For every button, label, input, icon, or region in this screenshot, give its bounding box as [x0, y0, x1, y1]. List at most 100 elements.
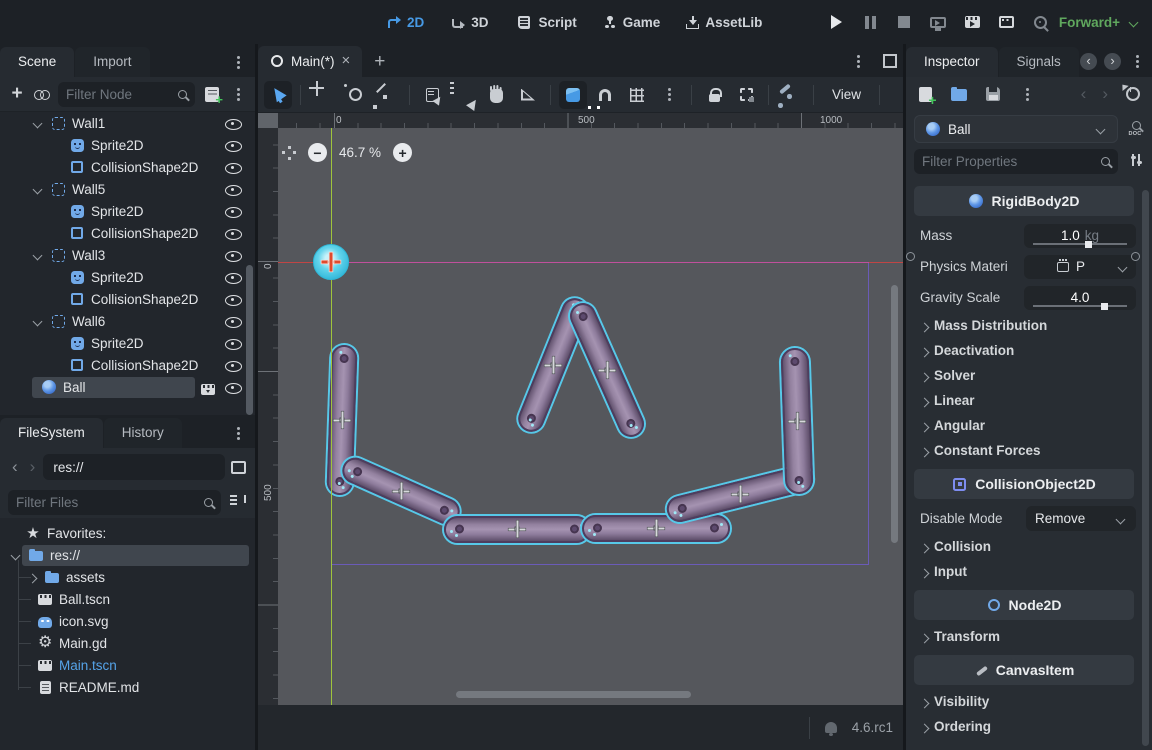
notifications-bell-icon[interactable] — [822, 719, 840, 737]
tab-scene[interactable]: Scene — [0, 47, 74, 77]
add-node-button[interactable]: + — [8, 85, 26, 103]
scene-tree-row[interactable]: Sprite2D — [0, 332, 255, 354]
property-group[interactable]: Linear — [906, 388, 1140, 413]
property-group[interactable]: Mass Distribution — [906, 313, 1140, 338]
mass-value-field[interactable]: 1.0kg — [1024, 224, 1136, 248]
ruler-tool-button[interactable] — [514, 81, 542, 109]
2d-viewport[interactable]: 0 500 1000 0 500 − 46.7 % + — [258, 113, 903, 705]
select-tool-button[interactable] — [264, 81, 292, 109]
load-resource-button[interactable] — [950, 85, 968, 103]
visibility-eye-icon[interactable] — [224, 115, 242, 133]
scene-tree-row[interactable]: Wall5 — [0, 178, 255, 200]
chevron-down-icon[interactable] — [30, 182, 44, 196]
property-group[interactable]: Angular — [906, 413, 1140, 438]
pause-button[interactable] — [859, 11, 881, 33]
file-tree-row[interactable]: Main.gd — [0, 632, 255, 654]
visibility-eye-icon[interactable] — [224, 181, 242, 199]
filter-properties-field[interactable] — [914, 149, 1118, 174]
group-node-button[interactable] — [732, 81, 760, 109]
node-selector[interactable]: Ball — [914, 115, 1118, 143]
version-label[interactable]: 4.6.rc1 — [852, 720, 893, 735]
property-group[interactable]: Transform — [906, 624, 1140, 649]
tab-filesystem[interactable]: FileSystem — [0, 418, 103, 448]
filter-properties-input[interactable] — [922, 154, 1095, 169]
instance-scene-button[interactable] — [34, 86, 50, 102]
scene-tree-menu-button[interactable] — [229, 85, 247, 103]
file-tree-row[interactable]: Ball.tscn — [0, 588, 255, 610]
scene-tree-row[interactable]: CollisionShape2D — [0, 156, 255, 178]
chevron-down-icon[interactable] — [30, 116, 44, 130]
play-custom-scene-button[interactable] — [995, 11, 1017, 33]
filter-node-input[interactable] — [66, 87, 172, 102]
property-group[interactable]: Texture — [906, 739, 1140, 746]
scene-tree-row[interactable]: Sprite2D — [0, 134, 255, 156]
scene-tree-row[interactable]: Ball — [0, 376, 255, 398]
tab-import[interactable]: Import — [75, 47, 149, 77]
property-group[interactable]: Deactivation — [906, 338, 1140, 363]
scene-tab-main[interactable]: Main(*) × — [258, 46, 362, 77]
property-group[interactable]: Collision — [906, 534, 1140, 559]
physics-material-picker[interactable]: P — [1024, 255, 1136, 279]
tab-game[interactable]: Game — [595, 15, 669, 30]
scene-tree-row[interactable]: CollisionShape2D — [0, 288, 255, 310]
tab-signals[interactable]: Signals — [999, 47, 1079, 77]
scene-tree-row[interactable]: Sprite2D — [0, 200, 255, 222]
property-group[interactable]: Visibility — [906, 689, 1140, 714]
prev-tab-button[interactable]: ‹ — [1080, 53, 1097, 70]
file-tree-row[interactable]: README.md — [0, 676, 255, 698]
gravity-slider[interactable] — [1033, 305, 1127, 307]
file-tree-row[interactable]: Favorites: — [0, 522, 255, 544]
visibility-eye-icon[interactable] — [224, 379, 242, 397]
center-view-icon[interactable] — [282, 146, 296, 160]
slider-handle[interactable] — [1085, 241, 1092, 248]
ball-node[interactable] — [313, 244, 349, 280]
expand-viewport-icon[interactable] — [883, 54, 897, 68]
view-menu-button[interactable]: View — [822, 87, 871, 102]
next-tab-button[interactable]: › — [1104, 53, 1121, 70]
edit-prev-button[interactable]: ‹ — [1081, 84, 1087, 104]
inspector-scrollbar[interactable] — [1142, 190, 1149, 746]
scene-tree-row[interactable]: Wall3 — [0, 244, 255, 266]
pan-tool-button[interactable] — [482, 81, 510, 109]
property-group[interactable]: Ordering — [906, 714, 1140, 739]
chevron-icon[interactable] — [24, 570, 38, 584]
property-group[interactable]: Input — [906, 559, 1140, 584]
category-node2d[interactable]: Node2D — [914, 590, 1134, 620]
wall-capsule[interactable] — [780, 348, 813, 495]
play-scene-button[interactable] — [961, 11, 983, 33]
visibility-eye-icon[interactable] — [224, 247, 242, 265]
grid-snap-button[interactable] — [623, 81, 651, 109]
new-scene-tab-button[interactable]: + — [362, 47, 397, 77]
zoom-level[interactable]: 46.7 % — [339, 145, 381, 160]
new-resource-button[interactable] — [916, 85, 934, 103]
lock-node-button[interactable] — [700, 81, 728, 109]
file-tree-row[interactable]: assets — [0, 566, 255, 588]
file-tree-row[interactable]: Main.tscn — [0, 654, 255, 676]
visibility-eye-icon[interactable] — [224, 225, 242, 243]
category-rigidbody2d[interactable]: RigidBody2D — [914, 186, 1134, 216]
visibility-eye-icon[interactable] — [224, 291, 242, 309]
sort-files-button[interactable] — [229, 493, 247, 511]
scene-tree-row[interactable]: Wall6 — [0, 310, 255, 332]
history-button[interactable] — [1124, 85, 1142, 103]
remote-debug-button[interactable] — [927, 11, 949, 33]
tab-script[interactable]: Script — [507, 13, 585, 31]
chevron-down-icon[interactable] — [30, 314, 44, 328]
open-docs-button[interactable]: DOC — [1126, 120, 1144, 138]
property-group[interactable]: Constant Forces — [906, 438, 1140, 463]
wall-capsule[interactable] — [582, 515, 730, 542]
visibility-eye-icon[interactable] — [224, 159, 242, 177]
pivot-tool-button[interactable] — [450, 81, 478, 109]
scene-tabs-menu-button[interactable] — [849, 52, 867, 70]
slider-handle[interactable] — [1101, 303, 1108, 310]
skeleton-options-button[interactable] — [777, 81, 805, 109]
disable-mode-dropdown[interactable]: Remove — [1026, 506, 1136, 531]
renderer-selector[interactable]: Forward+ — [1059, 15, 1140, 30]
close-icon[interactable]: × — [342, 55, 351, 67]
stop-button[interactable] — [893, 11, 915, 33]
forward-button[interactable]: › — [26, 457, 40, 477]
rotate-tool-button[interactable] — [341, 81, 369, 109]
canvas-hscrollbar[interactable] — [456, 691, 691, 698]
open-scene-icon[interactable] — [199, 380, 217, 398]
tab-3d[interactable]: 3D — [442, 15, 496, 30]
